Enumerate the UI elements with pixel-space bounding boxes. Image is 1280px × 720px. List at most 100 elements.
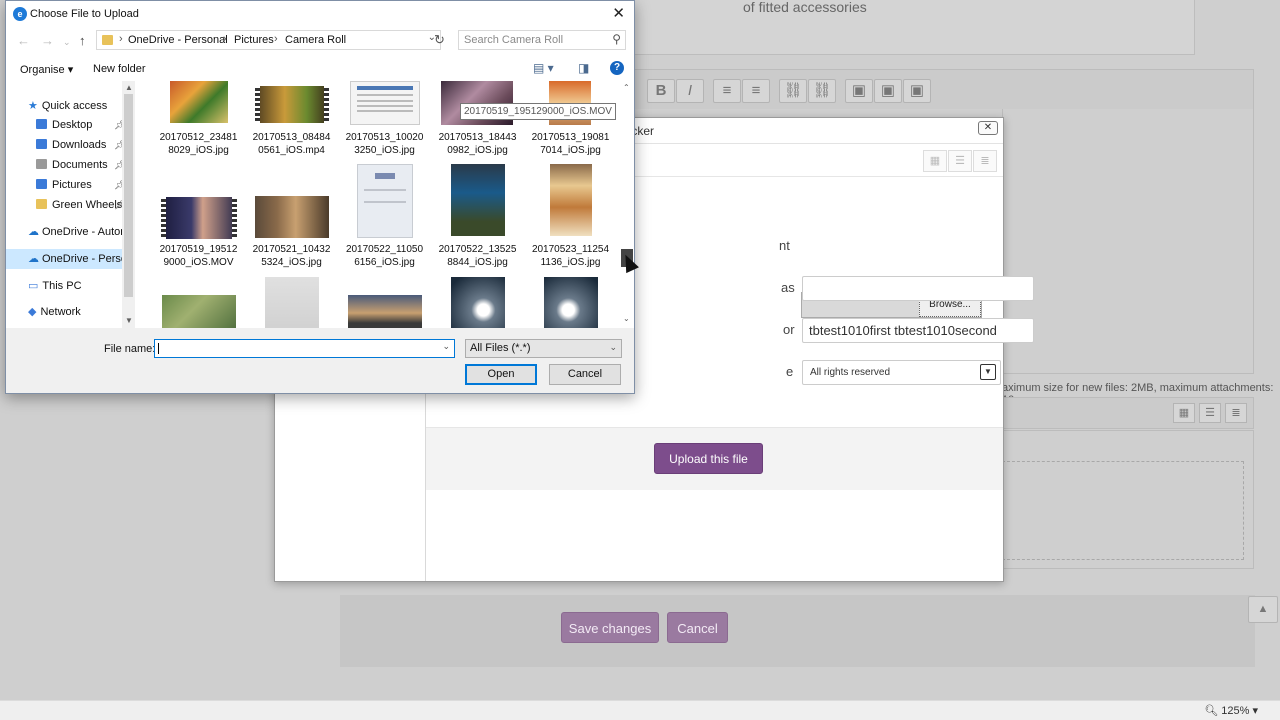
upload-file-button[interactable]: Upload this file [654, 443, 763, 474]
pictures-icon [36, 179, 47, 189]
italic-icon[interactable]: I [676, 79, 704, 103]
recent-locations-icon[interactable]: ⌄ [63, 37, 71, 48]
forward-icon[interactable]: → [41, 33, 54, 48]
nav-green-wheels[interactable]: Green Wheels [36, 199, 122, 211]
address-bar[interactable]: › OneDrive - Personal › Pictures › Camer… [96, 30, 441, 50]
zoom-icon: 🔍︎ [1204, 705, 1219, 717]
bold-icon[interactable]: B [647, 79, 675, 103]
media-icon[interactable]: ▣ [874, 79, 902, 103]
help-icon[interactable]: ? [610, 61, 624, 75]
nav-onedrive-automation[interactable]: ☁ OneDrive - Autom [28, 225, 129, 238]
license-select[interactable]: All rights reserved ▼ [802, 360, 1001, 385]
upload-footer: Upload this file [426, 427, 1003, 490]
nav-quick-access[interactable]: ★ Quick access [28, 99, 107, 112]
dialog-title: Choose File to Upload [30, 8, 139, 20]
scroll-up-icon[interactable]: ⌃ [623, 83, 630, 92]
scroll-down-icon[interactable]: ⌄ [623, 314, 630, 323]
nav-this-pc[interactable]: ▭ This PC [28, 279, 82, 292]
close-icon[interactable]: ✕ [612, 4, 625, 22]
photo-thumbnail [255, 196, 329, 238]
nav-desktop[interactable]: Desktop [36, 119, 92, 131]
description-text: of fitted accessories [743, 0, 867, 15]
manage-files-icon[interactable]: ▣ [903, 79, 931, 103]
tree-view-icon[interactable]: ≣ [973, 150, 997, 172]
image-icon[interactable]: ▣ [845, 79, 873, 103]
nav-downloads[interactable]: Downloads [36, 139, 106, 151]
scroll-down-icon[interactable]: ▼ [125, 316, 133, 325]
documents-icon [36, 159, 47, 169]
nav-scrollbar[interactable]: ▲ ▼ [122, 81, 135, 328]
file-type-select[interactable]: All Files (*.*) ⌄ [465, 339, 622, 358]
editor-body[interactable] [1002, 109, 1254, 374]
breadcrumb-onedrive[interactable]: OneDrive - Personal [128, 34, 228, 46]
file-name-input[interactable]: ⌄ [154, 339, 455, 358]
grid-view-icon[interactable]: ▦ [1173, 403, 1195, 423]
navigation-pane: ★ Quick access Desktop Downloads Document… [6, 81, 135, 328]
numbered-list-icon[interactable]: ≡ [742, 79, 770, 103]
author-input[interactable]: tbtest1010first tbtest1010second [802, 318, 1034, 343]
open-button[interactable]: Open [465, 364, 537, 385]
bullet-list-icon[interactable]: ≡ [713, 79, 741, 103]
photo-thumbnail [170, 81, 228, 123]
save-as-input[interactable] [802, 276, 1034, 301]
zoom-level[interactable]: 🔍︎ 125% ▾ [1204, 704, 1258, 717]
breadcrumb-pictures[interactable]: Pictures [234, 34, 274, 46]
document-thumbnail [350, 81, 420, 125]
document-thumbnail [357, 164, 413, 238]
document-thumbnail [265, 277, 319, 328]
list-view-icon[interactable]: ☰ [1199, 403, 1221, 423]
tree-view-icon[interactable]: ≣ [1225, 403, 1247, 423]
search-input[interactable]: Search Camera Roll ⚲ [458, 30, 626, 50]
dialog-titlebar: e Choose File to Upload ✕ [6, 1, 634, 28]
grid-view-icon[interactable]: ▦ [923, 150, 947, 172]
folder-icon [36, 199, 47, 209]
breadcrumb-camera-roll[interactable]: Camera Roll [285, 34, 346, 46]
new-folder-button[interactable]: New folder [93, 63, 146, 75]
change-view-icon[interactable]: ▤ ▾ [533, 61, 554, 75]
unlink-icon[interactable]: ⛓ [808, 79, 836, 103]
scroll-up-icon[interactable]: ▲ [125, 83, 133, 92]
form-footer: Save changes Cancel [340, 595, 1255, 667]
file-drop-zone[interactable] [1002, 461, 1244, 560]
scroll-to-top-icon[interactable]: ▲ [1248, 596, 1278, 623]
photo-thumbnail [451, 277, 505, 328]
cancel-button[interactable]: Cancel [549, 364, 621, 385]
file-name-label: File name: [104, 343, 156, 355]
chevron-down-icon: ▼ [980, 364, 996, 380]
back-icon[interactable]: ← [17, 33, 30, 48]
photo-thumbnail [544, 277, 598, 328]
save-as-label: as [781, 280, 795, 295]
organise-button[interactable]: Organise ▾ [20, 63, 73, 76]
cloud-icon: ☁ [28, 226, 39, 238]
dialog-footer: File name: ⌄ All Files (*.*) ⌄ Open Canc… [6, 328, 634, 393]
close-icon[interactable]: ✕ [978, 121, 998, 135]
photo-thumbnail [348, 295, 422, 328]
nav-documents[interactable]: Documents [36, 159, 108, 171]
refresh-icon[interactable]: ↻ [434, 32, 445, 48]
video-thumbnail [255, 86, 329, 123]
up-icon[interactable]: ↑ [79, 33, 86, 48]
nav-network[interactable]: ◆ Network [28, 305, 81, 318]
link-icon[interactable]: ⛓ [779, 79, 807, 103]
preview-pane-icon[interactable]: ◨ [578, 61, 589, 75]
video-thumbnail [161, 197, 237, 239]
file-list-scrollbar[interactable]: ⌃ ⌄ [620, 81, 634, 328]
browser-status-bar: 🔍︎ 125% ▾ [0, 700, 1280, 720]
search-icon: ⚲ [612, 32, 621, 46]
author-label: or [783, 322, 795, 337]
filemanager-toolbar: ▦ ☰ ≣ [1002, 397, 1254, 429]
nav-pictures[interactable]: Pictures [36, 179, 92, 191]
computer-icon: ▭ [28, 280, 39, 292]
cancel-button[interactable]: Cancel [667, 612, 728, 643]
nav-scroll-thumb[interactable] [124, 94, 133, 297]
cloud-icon: ☁ [28, 253, 39, 265]
nav-onedrive-personal[interactable]: ☁ OneDrive - Person [6, 249, 135, 269]
downloads-icon [36, 139, 47, 149]
chevron-down-icon: ⌄ [609, 342, 617, 352]
attachment-label: nt [779, 238, 790, 253]
save-changes-button[interactable]: Save changes [561, 612, 659, 643]
photo-thumbnail [162, 295, 236, 328]
chevron-down-icon[interactable]: ⌄ [442, 341, 450, 352]
photo-thumbnail [550, 164, 592, 236]
list-view-icon[interactable]: ☰ [948, 150, 972, 172]
